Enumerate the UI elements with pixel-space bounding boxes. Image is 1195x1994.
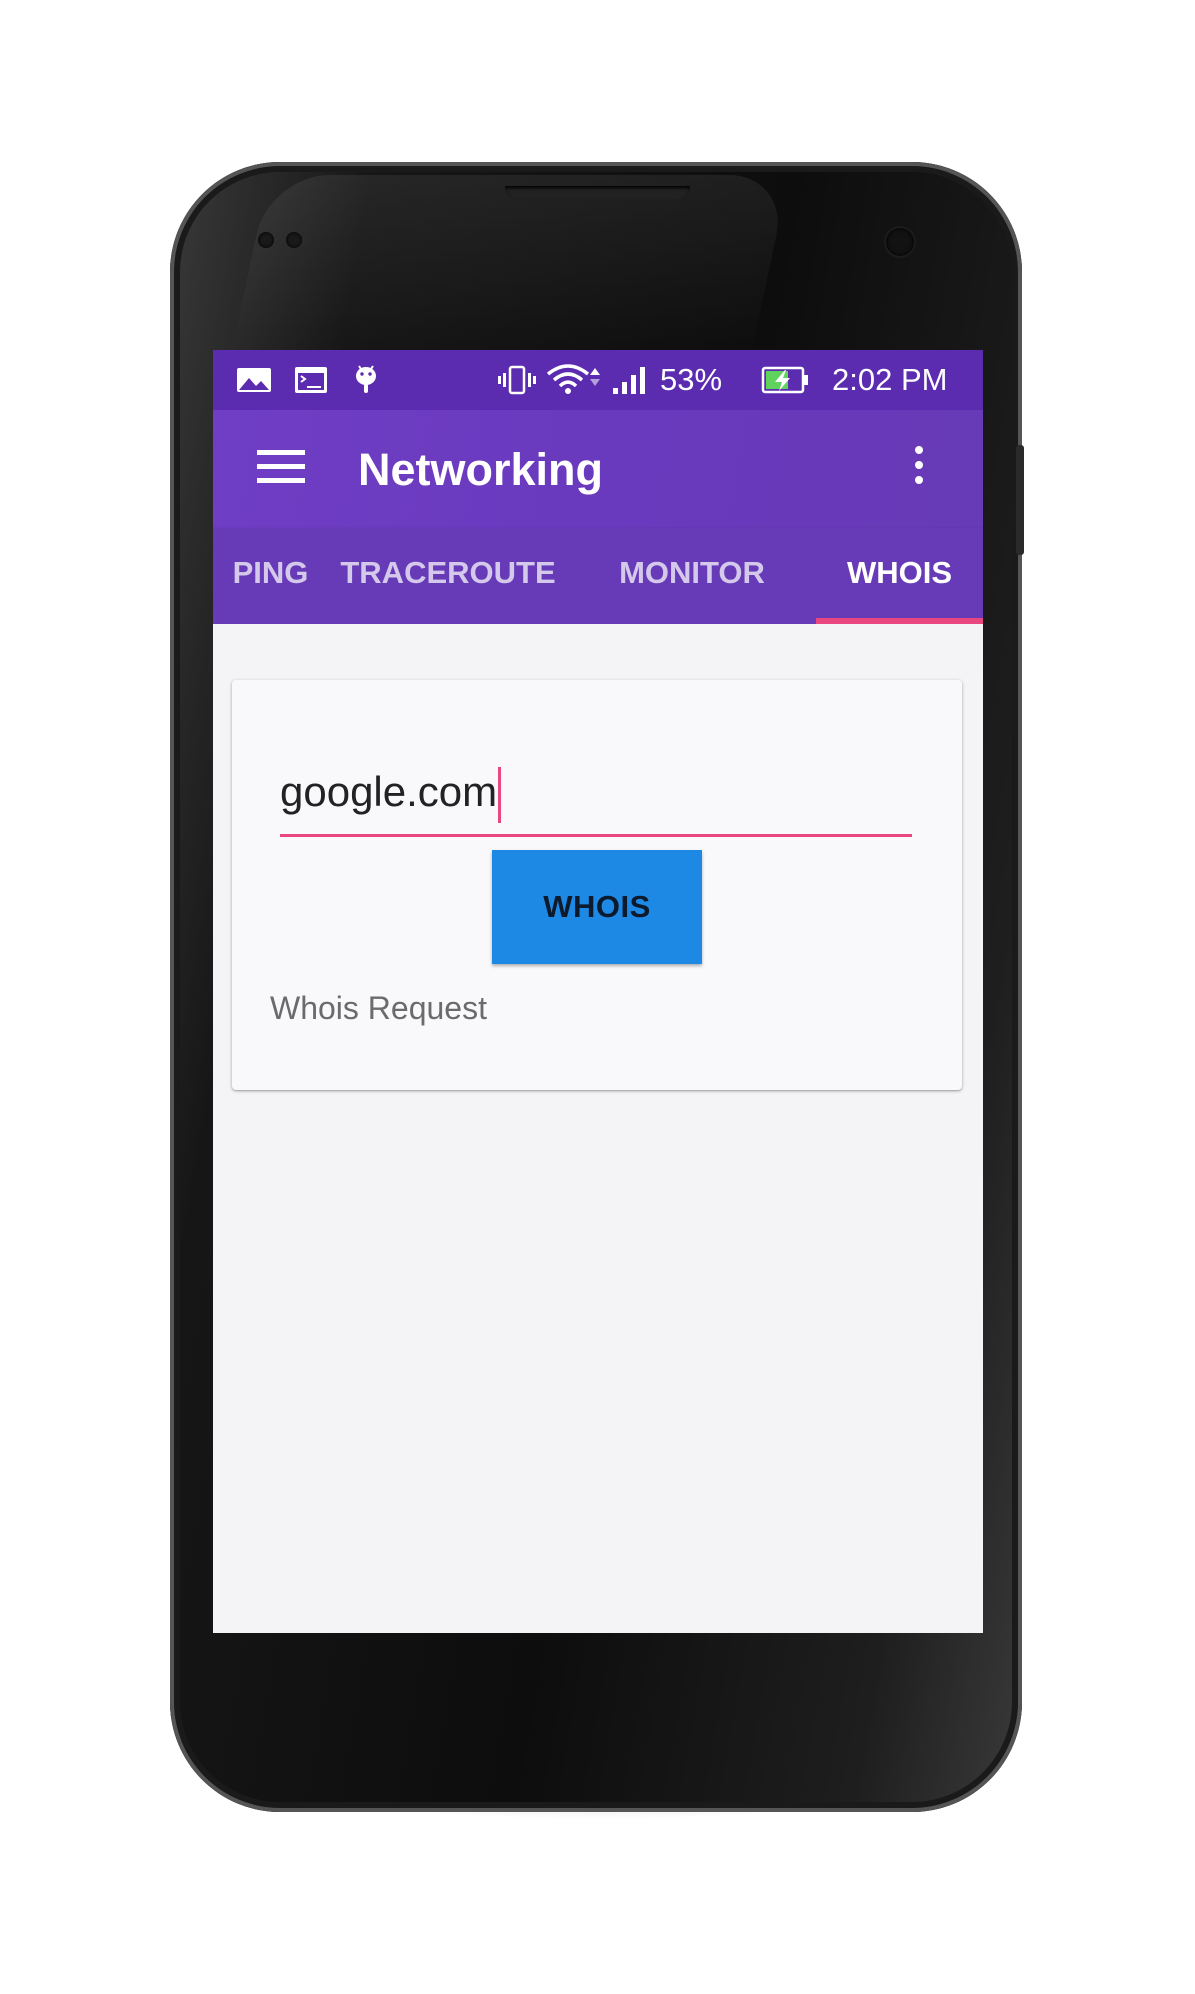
- power-button[interactable]: [1016, 445, 1024, 555]
- domain-input-value: google.com: [280, 768, 498, 815]
- input-underline: [280, 834, 912, 837]
- clock: 2:02 PM: [832, 362, 948, 397]
- phone-sheen: [230, 175, 790, 355]
- proximity-sensor: [258, 232, 274, 248]
- whois-button[interactable]: WHOIS: [492, 850, 702, 964]
- tab-bar: PING TRACEROUTE MONITOR WHOIS: [213, 528, 983, 624]
- wifi-icon: [546, 364, 600, 394]
- domain-input-text[interactable]: google.com: [280, 760, 502, 824]
- more-vert-icon[interactable]: [913, 446, 925, 490]
- android-icon: [356, 365, 376, 393]
- whois-card: google.com WHOIS Whois Request: [232, 680, 962, 1090]
- tab-traceroute[interactable]: TRACEROUTE: [328, 528, 568, 624]
- stage: 53% 2:02 PM Networking PING TRACEROUTE M…: [0, 0, 1195, 1994]
- front-camera: [886, 228, 914, 256]
- battery-percent: 53%: [660, 362, 723, 397]
- tab-monitor[interactable]: MONITOR: [568, 528, 816, 624]
- device-screen: 53% 2:02 PM Networking PING TRACEROUTE M…: [213, 350, 983, 1633]
- earpiece-speaker: [505, 186, 690, 200]
- page-title: Networking: [358, 444, 604, 495]
- vibrate-icon: [498, 365, 536, 395]
- whois-result-text: Whois Request: [270, 990, 487, 1026]
- text-cursor: [498, 766, 502, 823]
- hamburger-menu-icon[interactable]: [257, 450, 305, 488]
- app-toolbar: Networking: [213, 410, 983, 528]
- light-sensor: [286, 232, 302, 248]
- image-icon: [237, 368, 271, 392]
- tab-ping[interactable]: PING: [213, 528, 328, 624]
- terminal-icon: [295, 367, 327, 393]
- domain-input[interactable]: google.com: [280, 760, 912, 840]
- status-bar: 53% 2:02 PM: [213, 350, 983, 410]
- battery-charging-icon: [761, 366, 808, 394]
- signal-icon: [613, 367, 645, 394]
- tab-whois[interactable]: WHOIS: [816, 528, 983, 624]
